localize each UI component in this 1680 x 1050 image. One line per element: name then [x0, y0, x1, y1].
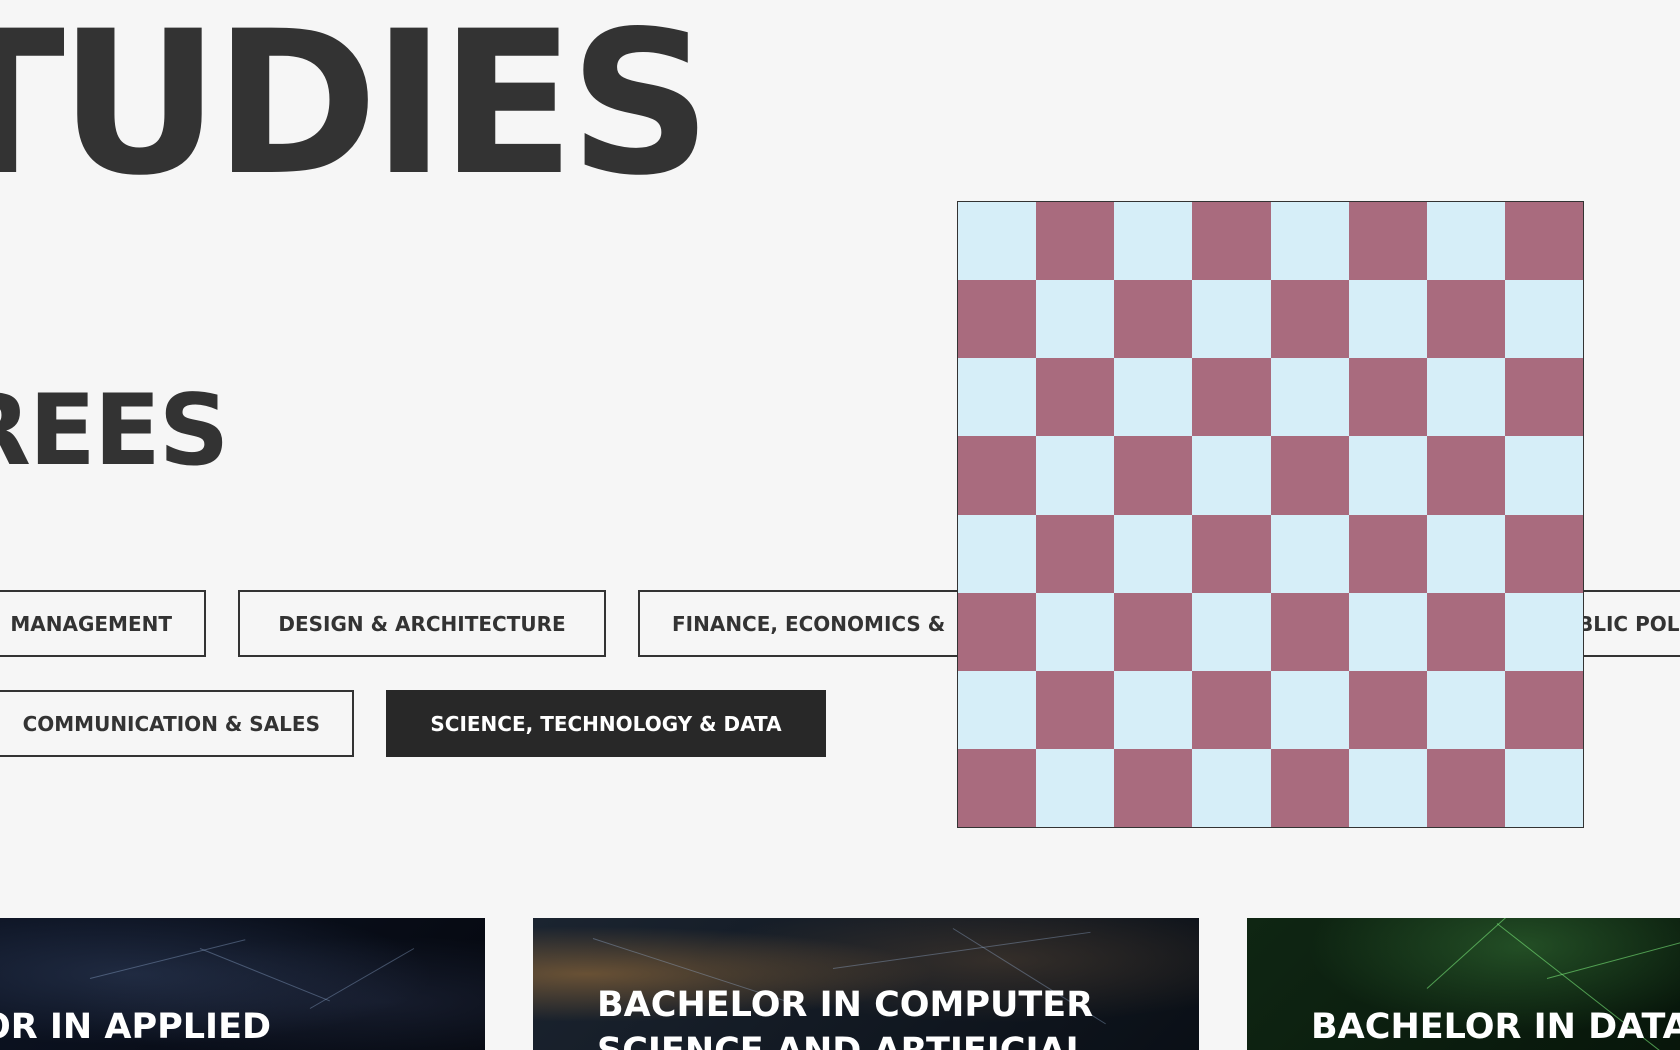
chessboard-dark-square: [1192, 202, 1271, 281]
filter-label: COMMUNICATION & SALES: [22, 711, 320, 736]
filter-label: SCIENCE, TECHNOLOGY & DATA: [430, 711, 782, 736]
chessboard-overlay: [957, 201, 1584, 828]
card-decoration-line: [89, 939, 246, 979]
chessboard-light-square: [1348, 592, 1427, 671]
chessboard-dark-square: [1270, 748, 1349, 827]
chessboard-light-square: [1270, 202, 1349, 281]
chessboard-dark-square: [1114, 592, 1193, 671]
chessboard-light-square: [1348, 436, 1427, 515]
chessboard-light-square: [1192, 436, 1271, 515]
studies-heading: TUDIES: [0, 0, 712, 219]
degrees-heading: GREES: [0, 374, 229, 488]
card-decoration-line: [1546, 931, 1680, 979]
chessboard-light-square: [958, 202, 1037, 281]
chessboard-dark-square: [1036, 514, 1115, 593]
chessboard-dark-square: [1426, 592, 1505, 671]
filter-label: MANAGEMENT: [10, 611, 172, 636]
filter-design-architecture-button[interactable]: DESIGN & ARCHITECTURE: [238, 590, 606, 657]
chessboard-dark-square: [1426, 436, 1505, 515]
chessboard-dark-square: [1504, 202, 1583, 281]
chessboard-dark-square: [1426, 280, 1505, 359]
chessboard-dark-square: [1114, 436, 1193, 515]
card-decoration-line: [309, 948, 415, 1009]
chessboard-light-square: [1426, 202, 1505, 281]
card-title: BACHELOR IN DATA: [1311, 1007, 1680, 1047]
filter-management-button[interactable]: MANAGEMENT: [0, 590, 206, 657]
chessboard-dark-square: [1426, 748, 1505, 827]
card-decoration-line: [832, 931, 1091, 969]
chessboard-dark-square: [958, 748, 1037, 827]
chessboard-dark-square: [1348, 358, 1427, 437]
chessboard-dark-square: [1504, 358, 1583, 437]
chessboard-light-square: [1114, 358, 1193, 437]
chessboard-dark-square: [1114, 748, 1193, 827]
filter-communication-sales-button[interactable]: COMMUNICATION & SALES: [0, 690, 354, 757]
chessboard-light-square: [1504, 436, 1583, 515]
program-card-computer-science[interactable]: BACHELOR IN COMPUTER SCIENCE AND ARTIFIC…: [533, 918, 1199, 1050]
chessboard-light-square: [1192, 280, 1271, 359]
chessboard-light-square: [1348, 748, 1427, 827]
chessboard-light-square: [1114, 670, 1193, 749]
chessboard-dark-square: [1348, 670, 1427, 749]
chessboard-dark-square: [1348, 202, 1427, 281]
card-title: BACHELOR IN COMPUTER SCIENCE AND ARTIFIC…: [597, 982, 1093, 1050]
chessboard-light-square: [1036, 280, 1115, 359]
filter-science-technology-data-button[interactable]: SCIENCE, TECHNOLOGY & DATA: [386, 690, 826, 757]
chessboard-dark-square: [1504, 670, 1583, 749]
chessboard-dark-square: [1192, 514, 1271, 593]
filter-label: FINANCE, ECONOMICS &: [672, 611, 946, 636]
chessboard-dark-square: [1192, 358, 1271, 437]
chessboard-dark-square: [1036, 202, 1115, 281]
chessboard-light-square: [958, 670, 1037, 749]
chessboard-light-square: [1426, 514, 1505, 593]
chessboard-dark-square: [1036, 358, 1115, 437]
card-decoration-line: [1426, 918, 1576, 989]
chessboard-light-square: [1036, 592, 1115, 671]
card-title-line-2: SCIENCE AND ARTIFICIAL: [597, 1031, 1088, 1050]
chessboard-light-square: [1036, 748, 1115, 827]
chessboard-dark-square: [958, 592, 1037, 671]
chessboard-light-square: [1192, 592, 1271, 671]
chessboard-light-square: [1036, 436, 1115, 515]
chessboard-light-square: [1504, 592, 1583, 671]
chessboard-light-square: [1192, 748, 1271, 827]
chessboard-light-square: [1270, 670, 1349, 749]
filter-label: BLIC POL: [1578, 611, 1680, 636]
chessboard-light-square: [958, 358, 1037, 437]
chessboard-dark-square: [1114, 280, 1193, 359]
chessboard-dark-square: [1036, 670, 1115, 749]
program-card-data[interactable]: BACHELOR IN DATA: [1247, 918, 1680, 1050]
filter-label: DESIGN & ARCHITECTURE: [278, 611, 566, 636]
chessboard-dark-square: [1270, 436, 1349, 515]
chessboard-light-square: [1504, 280, 1583, 359]
chessboard-light-square: [1270, 514, 1349, 593]
chessboard-dark-square: [1348, 514, 1427, 593]
chessboard-light-square: [1426, 358, 1505, 437]
chessboard-dark-square: [958, 280, 1037, 359]
chessboard-light-square: [1270, 358, 1349, 437]
chessboard-light-square: [1114, 202, 1193, 281]
card-decoration-line: [199, 948, 330, 1002]
chessboard-light-square: [958, 514, 1037, 593]
chessboard-dark-square: [958, 436, 1037, 515]
chessboard-dark-square: [1192, 670, 1271, 749]
chessboard-dark-square: [1270, 280, 1349, 359]
chessboard-light-square: [1348, 280, 1427, 359]
program-card-applied[interactable]: ELOR IN APPLIED: [0, 918, 485, 1050]
chessboard-light-square: [1114, 514, 1193, 593]
chessboard-light-square: [1426, 670, 1505, 749]
card-title: ELOR IN APPLIED: [0, 1007, 272, 1047]
page: TUDIES GREES MANAGEMENT DESIGN & ARCHITE…: [0, 0, 1680, 1050]
chessboard-dark-square: [1504, 514, 1583, 593]
chessboard-dark-square: [1270, 592, 1349, 671]
card-title-line-1: BACHELOR IN COMPUTER: [597, 985, 1094, 1025]
chessboard-light-square: [1504, 748, 1583, 827]
